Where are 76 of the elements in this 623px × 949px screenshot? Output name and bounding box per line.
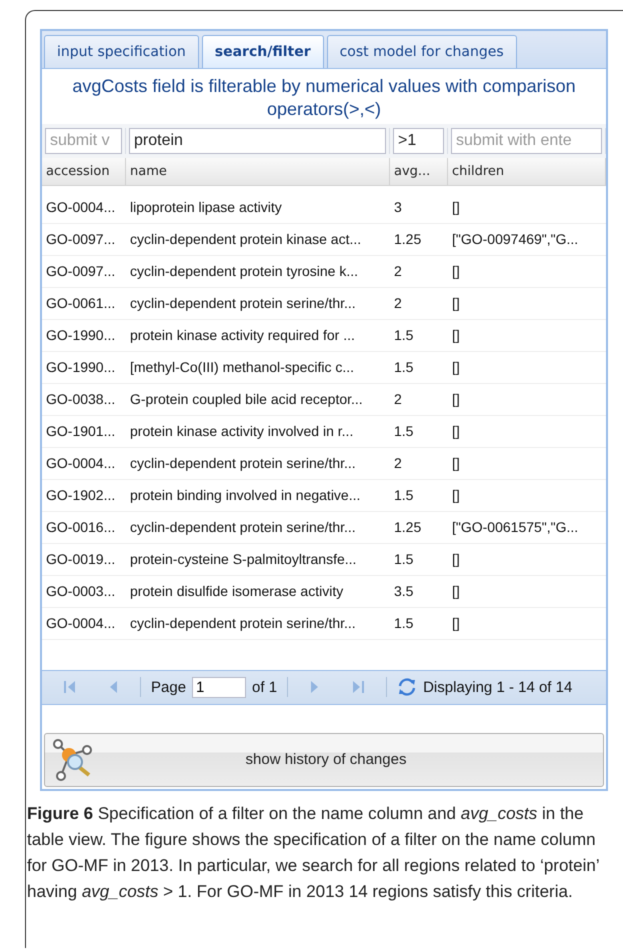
table-cell-text: []: [451, 326, 461, 345]
display-count: Displaying 1 - 14 of 14: [423, 678, 572, 696]
table-cell-text: GO-1990...: [45, 358, 116, 377]
table-cell-text: GO-1902...: [45, 486, 116, 505]
table-cell-text: 1.25: [393, 518, 422, 537]
table-cell-text: GO-1901...: [45, 422, 116, 441]
page-field[interactable]: 1: [192, 676, 246, 698]
page-count: of 1: [252, 678, 278, 696]
page-label: Page: [151, 678, 186, 696]
table-cell-text: 1.5: [393, 550, 414, 569]
table-cell-text: cyclin-dependent protein serine/thr...: [129, 518, 357, 537]
table-cell-text: protein kinase activity required for ...: [129, 326, 356, 345]
table-cell-text: []: [451, 614, 461, 633]
table-cell-text: GO-0097...: [45, 230, 116, 249]
column-header[interactable]: name: [126, 158, 390, 185]
table-cell-text: 1.25: [393, 230, 422, 249]
figure-caption: Figure 6 Specification of a filter on the name column and avg_costs in the table view. The figure shows the specification of a filter on the name column for GO-MF in 2013. In particular, we search for all regions related to ‘protein’ having avg_costs > 1. For GO-MF in 2013 14 regions satisfy this criteria.: [27, 802, 599, 903]
table-cell-text: 1.5: [393, 358, 414, 377]
filter-hint: avgCosts field is filterable by numerical values with comparison operators(>,<): [71, 75, 577, 122]
table-cell-text: []: [451, 550, 461, 569]
table-cell-text: GO-0019...: [45, 550, 116, 569]
table-cell-text: []: [451, 582, 461, 601]
filter-field[interactable]: submit v: [45, 128, 122, 154]
table-cell-text: []: [451, 358, 461, 377]
table-cell-text: []: [451, 198, 461, 217]
table-cell-text: GO-0003...: [45, 582, 116, 601]
table-cell-text: 1.5: [393, 614, 414, 633]
table-cell-text: 3: [393, 198, 403, 217]
table-cell-text: GO-0004...: [45, 454, 116, 473]
table-cell-text: ["GO-0061575","G...: [451, 518, 580, 537]
table-cell-text: GO-0004...: [45, 614, 116, 633]
table-cell-text: 2: [393, 390, 403, 409]
table-cell-text: 1.5: [393, 486, 414, 505]
table-cell-text: 3.5: [393, 582, 414, 601]
table-cell-text: []: [451, 390, 461, 409]
table-cell-text: cyclin-dependent protein serine/thr...: [129, 294, 357, 313]
tab[interactable]: search/filter: [202, 35, 324, 68]
table-cell-text: cyclin-dependent protein kinase act...: [129, 230, 362, 249]
column-header[interactable]: children: [448, 158, 606, 185]
table-cell-text: 2: [393, 294, 403, 313]
table-cell-text: []: [451, 294, 461, 313]
table-cell-text: []: [451, 486, 461, 505]
table-cell-text: [methyl-Co(III) methanol-specific c...: [129, 358, 356, 377]
table-cell-text: cyclin-dependent protein serine/thr...: [129, 614, 357, 633]
table-cell-text: G-protein coupled bile acid receptor...: [129, 390, 364, 409]
table-cell-text: GO-0061...: [45, 294, 116, 313]
table-cell-text: []: [451, 454, 461, 473]
network-magnifier-icon: [51, 738, 95, 782]
filter-field[interactable]: submit with ente: [451, 128, 602, 154]
history-button[interactable]: show history of changes: [44, 732, 604, 787]
table-cell-text: GO-0038...: [45, 390, 116, 409]
table-cell-text: 2: [393, 454, 403, 473]
tab[interactable]: input specification: [44, 35, 199, 68]
table-cell-text: GO-1990...: [45, 326, 116, 345]
filter-field[interactable]: protein: [129, 128, 386, 154]
column-header[interactable]: accession: [42, 158, 126, 185]
table-cell-text: 2: [393, 262, 403, 281]
table-cell-text: protein disulfide isomerase activity: [129, 582, 344, 601]
column-header[interactable]: avg...: [390, 158, 448, 185]
table-cell-text: GO-0097...: [45, 262, 116, 281]
table-cell-text: protein binding involved in negative...: [129, 486, 362, 505]
refresh-icon[interactable]: [397, 677, 418, 698]
tab[interactable]: cost model for changes: [326, 35, 517, 68]
table-cell-text: lipoprotein lipase activity: [129, 198, 283, 217]
table-cell-text: protein-cysteine S-palmitoyltransfe...: [129, 550, 358, 569]
table-cell-text: GO-0016...: [45, 518, 116, 537]
table-cell-text: 1.5: [393, 422, 414, 441]
table-cell-text: ["GO-0097469","G...: [451, 230, 580, 249]
table-cell-text: cyclin-dependent protein tyrosine k...: [129, 262, 360, 281]
table-cell-text: 1.5: [393, 326, 414, 345]
table-cell-text: []: [451, 422, 461, 441]
filter-field[interactable]: >1: [393, 128, 444, 154]
table-cell-text: protein kinase activity involved in r...: [129, 422, 354, 441]
table-cell-text: []: [451, 262, 461, 281]
table-cell-text: GO-0004...: [45, 198, 116, 217]
table-cell-text: cyclin-dependent protein serine/thr...: [129, 454, 357, 473]
